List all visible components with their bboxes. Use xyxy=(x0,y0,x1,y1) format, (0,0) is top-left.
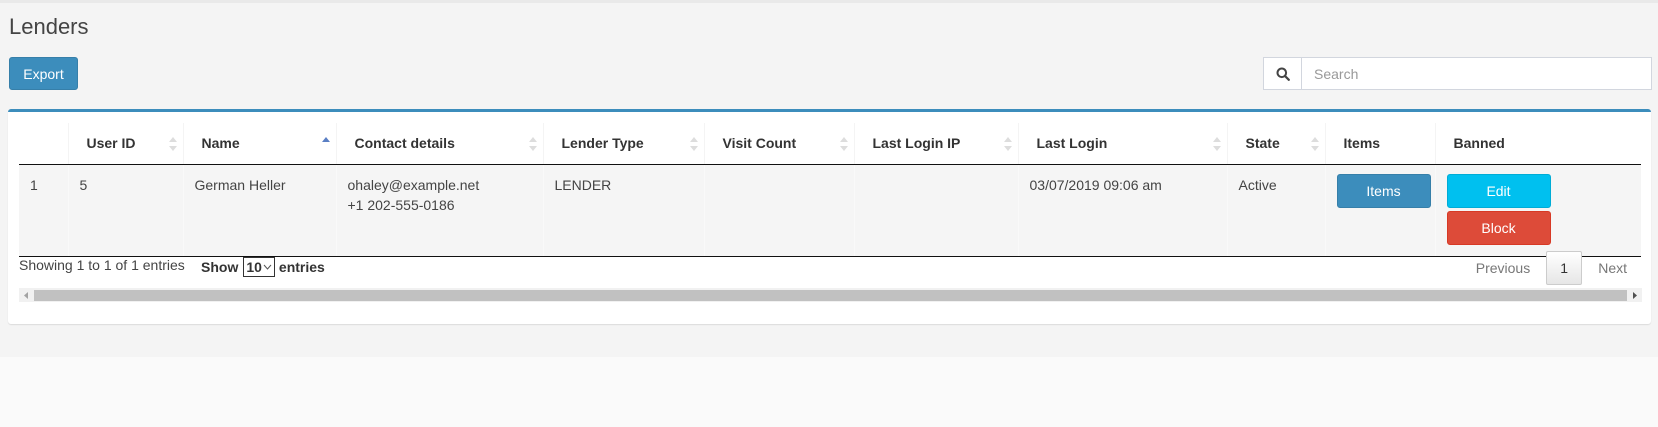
lenders-table-box: User ID Name Contact details Lender Type… xyxy=(8,109,1651,324)
cell-contact-details: ohaley@example.net +1 202-555-0186 xyxy=(335,164,543,257)
column-header-contact-details[interactable]: Contact details xyxy=(335,123,543,165)
scroll-right-icon[interactable] xyxy=(1627,288,1642,302)
column-header-banned: Banned xyxy=(1434,123,1641,165)
column-header-label: State xyxy=(1245,135,1280,152)
edit-button[interactable]: Edit xyxy=(1446,173,1551,208)
search-input[interactable] xyxy=(1301,57,1652,90)
search-icon[interactable] xyxy=(1263,57,1301,90)
sort-both-icon xyxy=(1212,137,1221,151)
cell-visit-count xyxy=(703,164,854,257)
cell-name: German Heller xyxy=(182,164,336,257)
column-header-label: Lender Type xyxy=(561,135,644,152)
table-row: 1 5 German Heller ohaley@example.net +1 … xyxy=(19,164,1641,257)
contact-phone: +1 202-555-0186 xyxy=(347,196,455,213)
cell-state: Active xyxy=(1226,164,1325,257)
column-header-user-id[interactable]: User ID xyxy=(67,123,183,165)
next-page-button[interactable]: Next xyxy=(1584,251,1641,285)
table-header-row: User ID Name Contact details Lender Type… xyxy=(19,123,1641,165)
column-header-label: Contact details xyxy=(354,135,455,152)
sort-both-icon xyxy=(1310,137,1319,151)
scrollbar-thumb[interactable] xyxy=(34,289,1627,301)
cell-index: 1 xyxy=(19,164,68,257)
column-header-last-login-ip[interactable]: Last Login IP xyxy=(853,123,1018,165)
cell-banned: Edit Block xyxy=(1434,164,1641,257)
cell-user-id: 5 xyxy=(67,164,183,257)
scroll-left-icon[interactable] xyxy=(19,288,34,302)
sort-both-icon xyxy=(689,137,698,151)
cell-last-login-ip xyxy=(853,164,1018,257)
cell-lender-type: LENDER xyxy=(542,164,704,257)
export-button[interactable]: Export xyxy=(9,57,78,90)
column-header-last-login[interactable]: Last Login xyxy=(1017,123,1227,165)
page-title: Lenders xyxy=(9,14,89,39)
horizontal-scrollbar[interactable] xyxy=(19,288,1642,302)
sort-ascending-icon xyxy=(321,137,330,142)
table-info: Showing 1 to 1 of 1 entries xyxy=(19,257,185,273)
page-1-button[interactable]: 1 xyxy=(1546,251,1583,285)
cell-last-login: 03/07/2019 09:06 am xyxy=(1017,164,1227,257)
column-header-label: User ID xyxy=(86,135,136,152)
lenders-table: User ID Name Contact details Lender Type… xyxy=(19,123,1641,257)
column-header-index xyxy=(19,123,68,165)
column-header-label: Visit Count xyxy=(722,135,797,152)
page-length-select[interactable]: 10 xyxy=(243,257,275,277)
previous-page-button[interactable]: Previous xyxy=(1462,251,1544,285)
column-header-visit-count[interactable]: Visit Count xyxy=(703,123,854,165)
pagination: Previous 1 Next xyxy=(1462,251,1641,285)
show-label: Show xyxy=(201,259,239,275)
column-header-label: Name xyxy=(201,135,240,152)
block-button[interactable]: Block xyxy=(1446,210,1551,245)
contact-email: ohaley@example.net xyxy=(347,176,480,193)
content-wrapper: Lenders Export User ID N xyxy=(0,0,1658,357)
entries-label: entries xyxy=(278,259,325,275)
items-button[interactable]: Items xyxy=(1336,173,1431,208)
column-header-items: Items xyxy=(1324,123,1435,165)
column-header-state[interactable]: State xyxy=(1226,123,1325,165)
column-header-label: Last Login IP xyxy=(872,135,961,152)
sort-both-icon xyxy=(528,137,537,151)
page-length-control: Show 10 entries xyxy=(201,257,325,277)
column-header-name[interactable]: Name xyxy=(182,123,336,165)
search-group xyxy=(1263,57,1652,90)
sort-both-icon xyxy=(168,137,177,151)
page-length-value: 10 xyxy=(246,259,262,275)
sort-both-icon xyxy=(839,137,848,151)
sort-both-icon xyxy=(1003,137,1012,151)
column-header-label: Last Login xyxy=(1036,135,1108,152)
chevron-down-icon xyxy=(263,264,272,270)
cell-items: Items xyxy=(1324,164,1435,257)
column-header-lender-type[interactable]: Lender Type xyxy=(542,123,704,165)
